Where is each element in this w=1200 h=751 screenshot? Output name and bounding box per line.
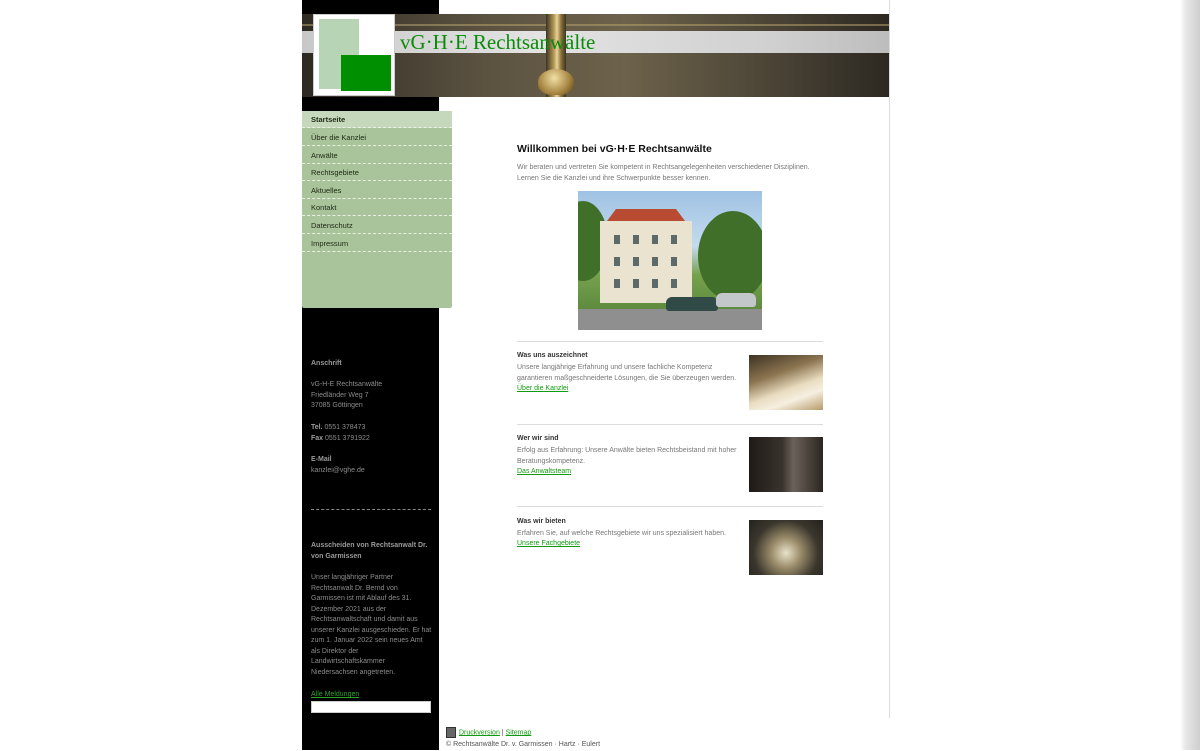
section-divider [517, 424, 823, 425]
section-link-fachgebiete[interactable]: Unsere Fachgebiete [517, 540, 580, 547]
footer-links: Druckversion | Sitemap [446, 727, 600, 739]
car-shape [716, 293, 756, 307]
section-text: Erfahren Sie, auf welche Rechtsgebiete w… [517, 530, 726, 537]
section-title: Was wir bieten [517, 518, 566, 525]
nav-item-aktuelles[interactable]: Aktuelles [302, 182, 452, 199]
main-nav: Startseite Über die Kanzlei Anwälte Rech… [302, 111, 452, 308]
section-text: Unsere langjährige Erfahrung und unsere … [517, 364, 737, 382]
news-heading: Ausscheiden von Rechtsanwalt Dr. von Gar… [311, 542, 428, 560]
tel-label: Tel. [311, 424, 323, 431]
logo-dark-square [341, 55, 391, 91]
scales-thumbnail[interactable] [749, 520, 823, 575]
sitemap-link[interactable]: Sitemap [506, 729, 532, 736]
sidebar-input-field[interactable] [311, 701, 431, 713]
logo[interactable] [313, 14, 395, 96]
copyright-text: © Rechtsanwälte Dr. v. Garmissen · Hartz… [446, 741, 601, 749]
address-line: Friedländer Weg 7 [311, 391, 369, 399]
address-line: vG-H-E Rechtsanwälte [311, 381, 383, 388]
window-shape [652, 235, 658, 244]
book-thumbnail[interactable] [749, 355, 823, 410]
car-shape [666, 297, 718, 311]
fax-line: Fax 0551 3791922 [311, 434, 433, 445]
scale-knob-decoration [538, 69, 574, 95]
tel-value: 0551 378473 [324, 424, 366, 431]
nav-item-rechtsgebiete[interactable]: Rechtsgebiete [302, 164, 452, 181]
address-line: 37085 Göttingen [311, 402, 363, 409]
nav-item-ueber-die-kanzlei[interactable]: Über die Kanzlei [302, 129, 452, 146]
nav-item-kontakt[interactable]: Kontakt [302, 199, 452, 216]
window-shape [652, 257, 658, 266]
page-title: Willkommen bei vG·H·E Rechtsanwälte [517, 143, 712, 155]
window-shape [633, 279, 639, 288]
section-link-ueber-die-kanzlei[interactable]: Über die Kanzlei [517, 385, 568, 392]
tree-shape [698, 211, 762, 301]
sidebar-divider [311, 509, 431, 510]
printer-icon[interactable] [446, 727, 456, 738]
news-text: Unser langjähriger Partner Rechtsanwalt … [311, 574, 432, 676]
window-shape [671, 257, 677, 266]
fax-label: Fax [311, 435, 324, 442]
office-building-photo [578, 191, 762, 330]
nav-item-datenschutz[interactable]: Datenschutz [302, 217, 452, 234]
address-block: vG-H-E Rechtsanwälte Friedländer Weg 7 3… [311, 380, 433, 412]
site-title[interactable]: vG·H·E Rechtsanwälte [400, 30, 595, 55]
window-shape [614, 235, 620, 244]
section-divider [517, 341, 823, 342]
address-heading: Anschrift [311, 360, 342, 367]
all-news-link[interactable]: Alle Meldungen [311, 690, 433, 701]
fax-value: 0551 3791922 [325, 435, 370, 442]
window-shape [671, 235, 677, 244]
email-heading: E-Mail [311, 456, 332, 463]
window-shape [671, 279, 677, 288]
window-shape [633, 257, 639, 266]
window-shape [652, 279, 658, 288]
section-link-anwaltsteam[interactable]: Das Anwaltsteam [517, 468, 571, 475]
footer: Druckversion | Sitemap © Rechtsanwälte D… [446, 727, 600, 751]
nav-item-impressum[interactable]: Impressum [302, 235, 452, 252]
section-divider [517, 506, 823, 507]
section-text: Erfolg aus Erfahrung: Unsere Anwälte bie… [517, 447, 737, 465]
road-shape [578, 309, 762, 330]
section-title: Wer wir sind [517, 435, 559, 442]
intro-text: Wir beraten und vertreten Sie kompetent … [517, 164, 810, 182]
nav-item-anwaelte[interactable]: Anwälte [302, 147, 452, 164]
window-shape [614, 279, 620, 288]
section-title: Was uns auszeichnet [517, 352, 588, 359]
handshake-thumbnail[interactable] [749, 437, 823, 492]
phone-line: Tel. 0551 378473 [311, 423, 433, 434]
email-value[interactable]: kanzlei@vghe.de [311, 466, 433, 477]
print-version-link[interactable]: Druckversion [459, 729, 500, 736]
nav-item-startseite[interactable]: Startseite [302, 111, 452, 128]
window-shape [633, 235, 639, 244]
window-shape [614, 257, 620, 266]
